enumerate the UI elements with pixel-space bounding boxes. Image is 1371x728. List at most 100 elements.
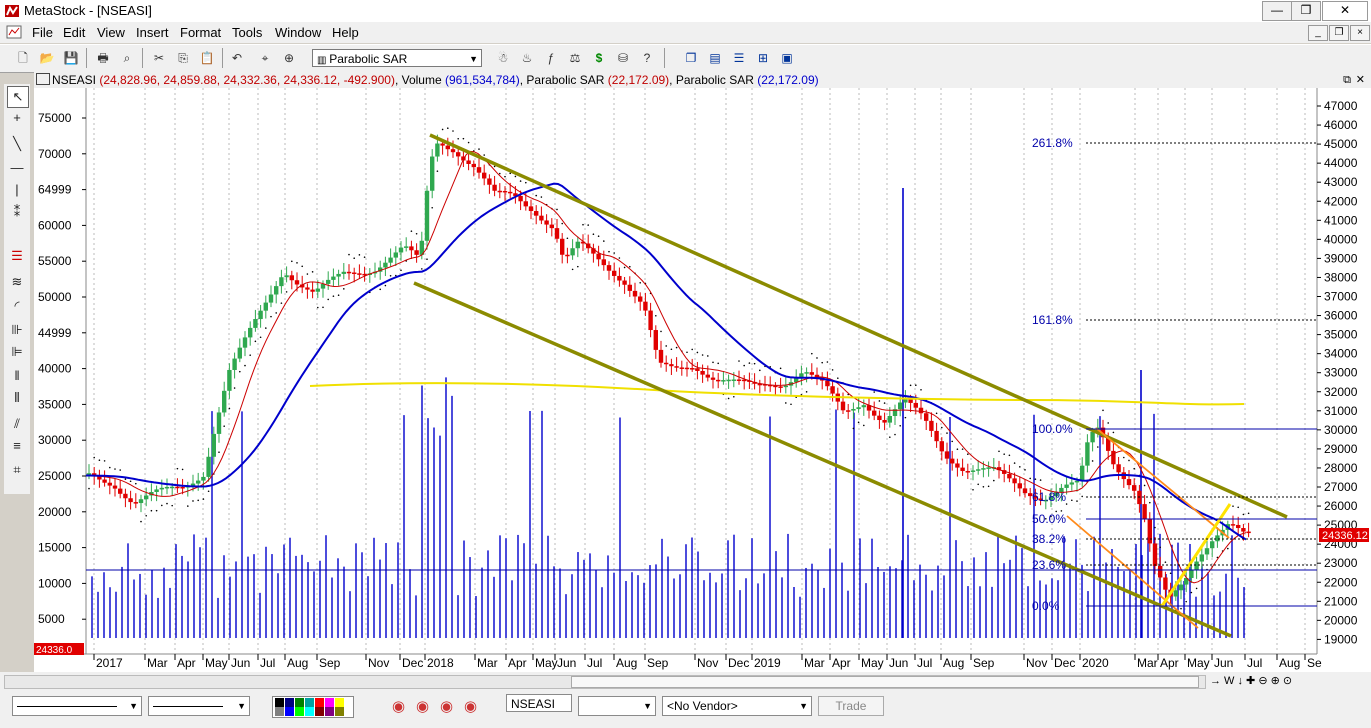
menu-tools[interactable]: Tools	[232, 25, 262, 40]
zoom-icon[interactable]: ⊕	[280, 49, 298, 67]
explorer-icon[interactable]: ♨	[518, 49, 536, 67]
line-style-select[interactable]: ▼	[12, 696, 142, 716]
browser-icon[interactable]: ◉	[440, 697, 453, 715]
vertical-line-icon[interactable]: |	[7, 180, 27, 200]
crosshair-icon[interactable]: ⌖	[256, 49, 274, 67]
color-swatch[interactable]	[315, 698, 324, 707]
color-swatch[interactable]	[335, 698, 344, 707]
color-palette[interactable]	[272, 696, 354, 718]
speed-resistance-icon[interactable]: ≋	[7, 272, 27, 292]
quadrant-lines-icon[interactable]: ≡	[7, 436, 27, 456]
help-pointer-icon[interactable]: ?	[638, 49, 656, 67]
color-swatch[interactable]	[335, 707, 344, 716]
browser-icon[interactable]: ◉	[416, 697, 429, 715]
color-swatch[interactable]	[295, 698, 304, 707]
right-axis-tick-label: 19000	[1324, 632, 1358, 646]
menu-format[interactable]: Format	[180, 25, 221, 40]
candle-body	[773, 385, 778, 388]
navigation-controls[interactable]: → W ↓ ✚ ⊖ ⊕ ⊙	[1210, 674, 1292, 687]
expert-advisor-icon[interactable]: ☃	[494, 49, 512, 67]
line-weight-select[interactable]: ▼	[148, 696, 250, 716]
minimize-button[interactable]: —	[1262, 1, 1292, 21]
open-folder-icon[interactable]: 📂	[38, 49, 56, 67]
cascade-icon[interactable]: ❐	[682, 49, 700, 67]
toolbar-separator	[142, 48, 143, 68]
color-swatch[interactable]	[305, 698, 314, 707]
fibonacci-fan-icon[interactable]: ⊪	[7, 320, 27, 340]
arrange-icon[interactable]: ▣	[778, 49, 796, 67]
cut-icon[interactable]: ✂	[150, 49, 168, 67]
horizontal-scrollbar[interactable]	[4, 675, 1206, 689]
tile-vertical-icon[interactable]: ⊞	[754, 49, 772, 67]
menu-edit[interactable]: Edit	[63, 25, 85, 40]
indicator-select[interactable]: ▥ Parabolic SAR ▼	[312, 49, 482, 67]
chart-close-icon[interactable]: ✕	[1356, 72, 1365, 88]
mdi-minimize-button[interactable]: _	[1308, 25, 1328, 41]
tile-icon[interactable]: ▤	[706, 49, 724, 67]
formula-icon[interactable]: ƒ	[542, 49, 560, 67]
sar-dot	[400, 269, 402, 272]
binoculars-icon[interactable]: ⛁	[614, 49, 632, 67]
print-icon[interactable]: 🖶	[94, 49, 112, 67]
sar-dot	[384, 284, 387, 287]
sar-dot	[1237, 506, 1239, 509]
candle-body	[944, 451, 950, 459]
chart-restore-icon[interactable]: ⧉	[1343, 72, 1351, 88]
trade-button[interactable]: Trade	[818, 696, 884, 716]
fibonacci-level-label: 23.6%	[1032, 558, 1066, 572]
menu-view[interactable]: View	[97, 25, 125, 40]
menu-insert[interactable]: Insert	[136, 25, 169, 40]
close-button[interactable]: ✕	[1322, 1, 1368, 21]
color-swatch[interactable]	[285, 698, 294, 707]
cycle-lines-icon[interactable]: ⁑	[7, 202, 27, 222]
sar-dot	[1071, 499, 1073, 502]
horizontal-line-icon[interactable]: —	[7, 158, 27, 178]
candle-body	[492, 184, 497, 191]
color-swatch[interactable]	[285, 707, 294, 716]
andrews-pitchfork-icon[interactable]: ⌗	[7, 460, 27, 480]
trendline-icon[interactable]: ╲	[7, 134, 27, 154]
print-preview-icon[interactable]: ⌕	[118, 49, 136, 67]
crosshair-tool-icon[interactable]: +	[7, 108, 27, 128]
color-swatch[interactable]	[305, 707, 314, 716]
copy-icon[interactable]: ⎘	[174, 49, 192, 67]
menu-window[interactable]: Window	[275, 25, 321, 40]
color-swatch[interactable]	[325, 698, 334, 707]
mdi-restore-button[interactable]: ❐	[1329, 25, 1349, 41]
fibonacci-retracement-icon[interactable]: ☰	[7, 246, 27, 266]
gann-fan-icon[interactable]: ◜	[7, 296, 27, 316]
sar-dot	[1185, 600, 1187, 603]
maximize-button[interactable]: ❒	[1291, 1, 1321, 21]
scrollbar-thumb[interactable]	[571, 676, 1199, 688]
tile-horizontal-icon[interactable]: ☰	[730, 49, 748, 67]
color-swatch[interactable]	[295, 707, 304, 716]
left-axis-tick-label: 20000	[38, 505, 72, 519]
menu-file[interactable]: File	[32, 25, 53, 40]
raff-regression-icon[interactable]: ⦀	[7, 388, 27, 408]
menu-help[interactable]: Help	[332, 25, 359, 40]
price-chart[interactable]: 261.8% 161.8% 100.0% 61.8% 50.0% 38.2% 23.6% 0.…	[34, 88, 1371, 672]
left-axis-tick-label: 50000	[38, 290, 72, 304]
new-file-icon[interactable]: 🗋	[14, 49, 32, 67]
symbol-field[interactable]: NSEASI	[506, 694, 572, 712]
fibonacci-arcs-icon[interactable]: ⊫	[7, 342, 27, 362]
color-swatch[interactable]	[315, 707, 324, 716]
paste-icon[interactable]: 📋	[198, 49, 216, 67]
color-swatch[interactable]	[275, 698, 284, 707]
color-swatch[interactable]	[325, 707, 334, 716]
mdi-close-button[interactable]: ×	[1350, 25, 1370, 41]
sar-dot	[337, 294, 340, 296]
system-tester-icon[interactable]: ⚖	[566, 49, 584, 67]
standard-deviation-channel-icon[interactable]: ⫽	[7, 414, 27, 434]
browser-icon[interactable]: ◉	[392, 697, 405, 715]
undo-icon[interactable]: ↶	[228, 49, 246, 67]
fibonacci-timezones-icon[interactable]: ‖	[7, 366, 27, 386]
data-source-select[interactable]: ▼	[578, 696, 656, 716]
vendor-select[interactable]: <No Vendor> ▼	[662, 696, 812, 716]
dollar-icon[interactable]: $	[590, 49, 608, 67]
candle-body	[825, 380, 830, 387]
pointer-icon[interactable]: ↖	[7, 86, 29, 108]
browser-icon[interactable]: ◉	[464, 697, 477, 715]
color-swatch[interactable]	[275, 707, 284, 716]
save-icon[interactable]: 💾	[62, 49, 80, 67]
